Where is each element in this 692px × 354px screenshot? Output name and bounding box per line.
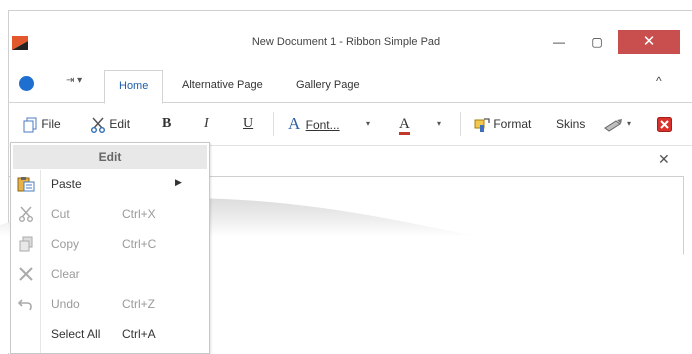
font-color-icon: A: [399, 116, 410, 135]
menu-item-label: Paste: [51, 177, 82, 191]
menu-item-shortcut: Ctrl+Z: [122, 297, 155, 311]
format-button[interactable]: Format: [474, 112, 531, 136]
exit-button[interactable]: [657, 112, 672, 136]
undo-icon: [17, 299, 32, 311]
menu-item-copy[interactable]: Copy Ctrl+C: [11, 229, 209, 259]
menu-item-label: Undo: [51, 297, 80, 311]
scissors-icon: [91, 117, 105, 133]
font-color-dropdown-arrow[interactable]: ▾: [437, 112, 441, 136]
font-label: Font...: [305, 118, 340, 132]
menu-item-undo[interactable]: Undo Ctrl+Z: [11, 289, 209, 319]
file-button[interactable]: File: [22, 112, 61, 136]
tab-home[interactable]: Home: [104, 70, 164, 104]
skins-button[interactable]: Skins: [556, 112, 585, 136]
menu-item-label: Select All: [51, 327, 101, 341]
paste-icon: [17, 177, 35, 192]
format-painter-icon: [474, 118, 490, 132]
skin-dropdown-arrow[interactable]: ▾: [627, 112, 631, 136]
copy-icon: [19, 236, 33, 252]
font-button[interactable]: A Font...: [288, 112, 340, 136]
paint-brush-button[interactable]: [604, 112, 624, 136]
quick-access-toolbar[interactable]: ⇥ ▾: [66, 75, 82, 86]
format-label: Format: [493, 117, 532, 131]
menu-item-label: Cut: [51, 207, 70, 221]
underline-button[interactable]: U: [243, 112, 253, 136]
menu-item-label: Copy: [51, 237, 80, 251]
close-button[interactable]: ✕: [618, 30, 680, 54]
minimize-button[interactable]: —: [544, 30, 574, 54]
menu-header: Edit: [13, 145, 207, 169]
application-menu-button[interactable]: [19, 76, 34, 91]
clear-icon: [19, 267, 33, 281]
menu-item-shortcut: Ctrl+X: [122, 207, 156, 221]
menu-item-label: Clear: [51, 267, 80, 281]
document-close-button[interactable]: ✕: [658, 151, 670, 168]
menu-item-shortcut: Ctrl+A: [122, 327, 156, 341]
font-a-icon: A: [288, 114, 301, 133]
ribbon-separator: [460, 112, 461, 136]
file-label: File: [41, 117, 61, 131]
edit-context-menu: Edit Paste ▶ Cut Ctrl+X Copy Ctrl+C Clea…: [10, 142, 210, 354]
edit-label: Edit: [109, 117, 131, 131]
font-color-button[interactable]: A: [399, 112, 410, 136]
menu-item-clear[interactable]: Clear: [11, 259, 209, 289]
cut-icon: [19, 206, 33, 222]
menu-item-cut[interactable]: Cut Ctrl+X: [11, 199, 209, 229]
collapse-ribbon-button[interactable]: ^: [656, 74, 662, 88]
brush-icon: [604, 118, 622, 132]
maximize-button[interactable]: ▢: [582, 30, 612, 54]
menu-item-select-all[interactable]: Select All Ctrl+A: [11, 319, 209, 349]
exit-icon: [657, 117, 672, 133]
ribbon-separator: [273, 112, 274, 136]
tab-alternative-page[interactable]: Alternative Page: [168, 70, 277, 102]
font-dropdown-arrow[interactable]: ▾: [366, 112, 370, 136]
menu-item-paste[interactable]: Paste ▶: [11, 169, 209, 199]
tab-gallery-page[interactable]: Gallery Page: [282, 70, 374, 102]
file-icon: [23, 117, 37, 133]
menu-item-shortcut: Ctrl+C: [122, 237, 157, 251]
submenu-arrow-icon: ▶: [175, 177, 182, 187]
italic-button[interactable]: I: [204, 112, 209, 136]
edit-button[interactable]: Edit: [90, 112, 130, 136]
bold-button[interactable]: B: [162, 112, 171, 136]
